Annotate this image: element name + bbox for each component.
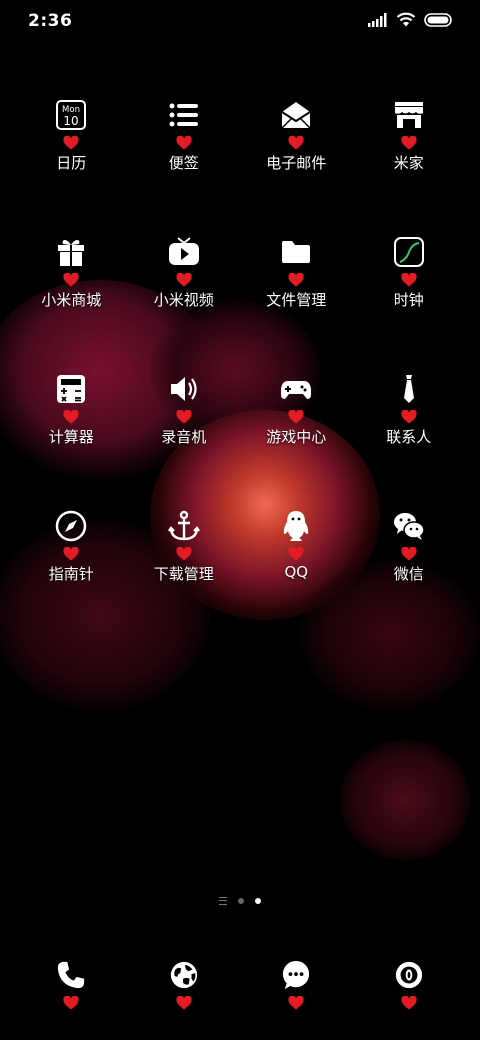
status-bar: 2:36 <box>0 0 480 42</box>
app-label: 日历 <box>56 154 87 172</box>
mail-icon <box>279 98 313 132</box>
heart-icon <box>176 273 192 287</box>
app-label: 小米商城 <box>41 291 102 309</box>
wechat-icon <box>392 509 426 543</box>
app-label: 录音机 <box>161 428 207 446</box>
heart-icon <box>176 547 192 561</box>
app-email[interactable]: 电子邮件 <box>240 98 353 235</box>
dock <box>15 958 465 1010</box>
heart-icon <box>63 273 79 287</box>
dock-phone[interactable] <box>15 958 128 1010</box>
battery-icon <box>424 12 452 27</box>
app-recorder[interactable]: 录音机 <box>128 372 241 509</box>
app-mi-video[interactable]: 小米视频 <box>128 235 241 372</box>
app-label: QQ <box>284 563 309 581</box>
app-label: 微信 <box>393 565 424 583</box>
dock-messages[interactable] <box>240 958 353 1010</box>
app-mijia[interactable]: 米家 <box>353 98 466 235</box>
heart-icon <box>401 273 417 287</box>
app-calendar[interactable]: Mon 10 日历 <box>15 98 128 235</box>
app-notes[interactable]: 便签 <box>128 98 241 235</box>
signal-icon <box>368 12 387 27</box>
store-icon <box>392 98 426 132</box>
heart-icon <box>288 996 304 1010</box>
menu-lines-icon <box>219 897 227 905</box>
app-mi-store[interactable]: 小米商城 <box>15 235 128 372</box>
app-grid: Mon 10 日历 便签 电子邮件 米家 小米商城 小米视频 文件管理 时钟 计… <box>15 98 465 646</box>
app-qq[interactable]: QQ <box>240 509 353 646</box>
heart-icon <box>288 136 304 150</box>
folder-icon <box>279 235 313 269</box>
heart-icon <box>63 136 79 150</box>
heart-icon <box>401 410 417 424</box>
camera-lens-icon <box>392 958 426 992</box>
app-label: 下载管理 <box>153 565 214 583</box>
app-label: 时钟 <box>393 291 424 309</box>
heart-icon <box>176 136 192 150</box>
app-contacts[interactable]: 联系人 <box>353 372 466 509</box>
globe-icon <box>167 958 201 992</box>
heart-icon <box>288 273 304 287</box>
notes-list-icon <box>167 98 201 132</box>
app-label: 米家 <box>393 154 424 172</box>
heart-icon <box>176 996 192 1010</box>
rose-shape <box>340 740 470 860</box>
page-dot-active[interactable] <box>255 898 261 904</box>
gift-icon <box>54 235 88 269</box>
penguin-icon <box>279 509 313 543</box>
phone-icon <box>54 958 88 992</box>
calculator-icon <box>54 372 88 406</box>
page-indicator[interactable] <box>0 897 480 905</box>
calendar-day: 10 <box>64 114 79 128</box>
calendar-icon: Mon 10 <box>54 98 88 132</box>
app-label: 便签 <box>168 154 199 172</box>
heart-icon <box>176 410 192 424</box>
app-label: 指南针 <box>48 565 94 583</box>
anchor-icon <box>167 509 201 543</box>
heart-icon <box>401 547 417 561</box>
tie-icon <box>392 372 426 406</box>
app-label: 小米视频 <box>153 291 214 309</box>
app-wechat[interactable]: 微信 <box>353 509 466 646</box>
heart-icon <box>63 996 79 1010</box>
wifi-icon <box>396 12 416 27</box>
app-game-center[interactable]: 游戏中心 <box>240 372 353 509</box>
heart-icon <box>63 547 79 561</box>
app-clock[interactable]: 时钟 <box>353 235 466 372</box>
message-bubble-icon <box>279 958 313 992</box>
clock-chart-icon <box>392 235 426 269</box>
app-calculator[interactable]: 计算器 <box>15 372 128 509</box>
app-label: 电子邮件 <box>266 154 327 172</box>
app-compass[interactable]: 指南针 <box>15 509 128 646</box>
heart-icon <box>288 547 304 561</box>
heart-icon <box>401 996 417 1010</box>
page-dot[interactable] <box>238 898 244 904</box>
speaker-icon <box>167 372 201 406</box>
dock-browser[interactable] <box>128 958 241 1010</box>
app-label: 游戏中心 <box>266 428 327 446</box>
app-label: 计算器 <box>48 428 94 446</box>
app-label: 联系人 <box>386 428 432 446</box>
heart-icon <box>288 410 304 424</box>
heart-icon <box>63 410 79 424</box>
video-play-icon <box>167 235 201 269</box>
gamepad-icon <box>279 372 313 406</box>
heart-icon <box>401 136 417 150</box>
compass-icon <box>54 509 88 543</box>
status-time: 2:36 <box>28 11 73 31</box>
app-file-manager[interactable]: 文件管理 <box>240 235 353 372</box>
status-icons <box>368 12 454 27</box>
app-download-manager[interactable]: 下载管理 <box>128 509 241 646</box>
dock-camera[interactable] <box>353 958 466 1010</box>
app-label: 文件管理 <box>266 291 327 309</box>
